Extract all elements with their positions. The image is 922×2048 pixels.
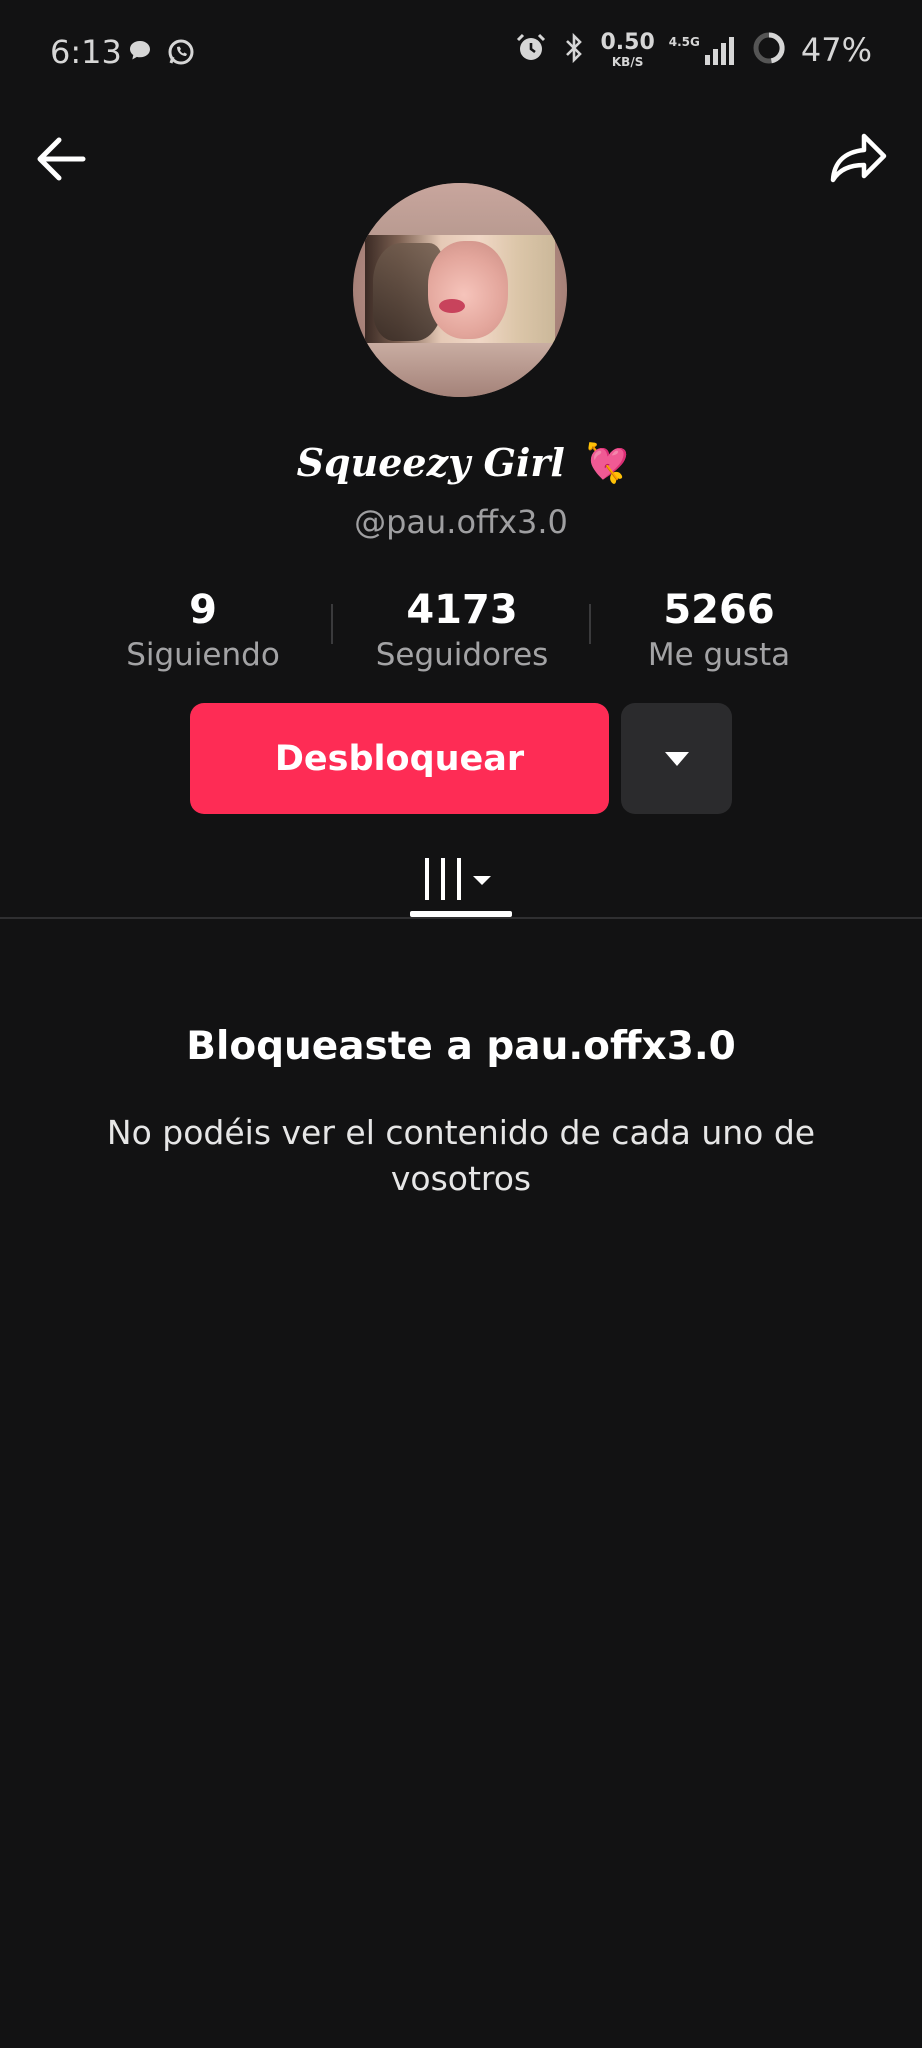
stat-divider — [589, 604, 591, 644]
unblock-button[interactable]: Desbloquear — [190, 703, 609, 814]
system-status: 0.50 KB/S 4.5G 47% — [514, 30, 872, 70]
stat-label: Siguiendo — [126, 637, 280, 673]
battery-ring-icon — [751, 30, 787, 70]
message-icon — [126, 37, 154, 71]
stat-label: Me gusta — [647, 637, 791, 673]
stat-divider — [331, 604, 333, 644]
grid-lines-icon — [425, 858, 491, 900]
signal-icon: 4.5G — [669, 35, 737, 65]
stat-label: Seguidores — [375, 637, 549, 673]
blocked-title: Bloqueaste a pau.offx3.0 — [186, 1024, 736, 1069]
tab-videos[interactable] — [410, 838, 512, 920]
avatar[interactable] — [353, 183, 567, 397]
share-arrow-icon — [830, 133, 887, 183]
bluetooth-icon — [562, 31, 586, 69]
battery-percent: 47% — [800, 31, 872, 69]
stat-count: 5266 — [663, 587, 775, 633]
profile-stats: 9 Siguiendo 4173 Seguidores 5266 Me gust… — [0, 585, 922, 675]
stat-count: 4173 — [406, 587, 518, 633]
caret-down-icon — [664, 751, 689, 766]
tab-divider — [0, 917, 922, 919]
stat-following[interactable]: 9 Siguiendo — [83, 585, 323, 675]
network-speed: 0.50 KB/S — [600, 30, 655, 69]
stat-likes[interactable]: 5266 Me gusta — [599, 585, 839, 675]
status-time: 6:13 — [50, 33, 122, 71]
back-button[interactable] — [30, 128, 92, 190]
blocked-description: No podéis ver el contenido de cada uno d… — [106, 1113, 816, 1198]
whatsapp-icon — [166, 37, 196, 71]
stat-count: 9 — [189, 587, 217, 633]
display-name: Squeezy Girl 💘 — [296, 440, 626, 485]
alarm-icon — [514, 31, 548, 69]
more-options-button[interactable] — [621, 703, 732, 814]
stat-followers[interactable]: 4173 Seguidores — [342, 585, 582, 675]
status-bar: 6:13 0.50 KB/S 4.5G 47% — [0, 0, 922, 105]
notification-icons — [126, 37, 196, 71]
username: @pau.offx3.0 — [354, 503, 568, 541]
arrow-left-icon — [37, 137, 86, 181]
share-button[interactable] — [826, 125, 892, 191]
